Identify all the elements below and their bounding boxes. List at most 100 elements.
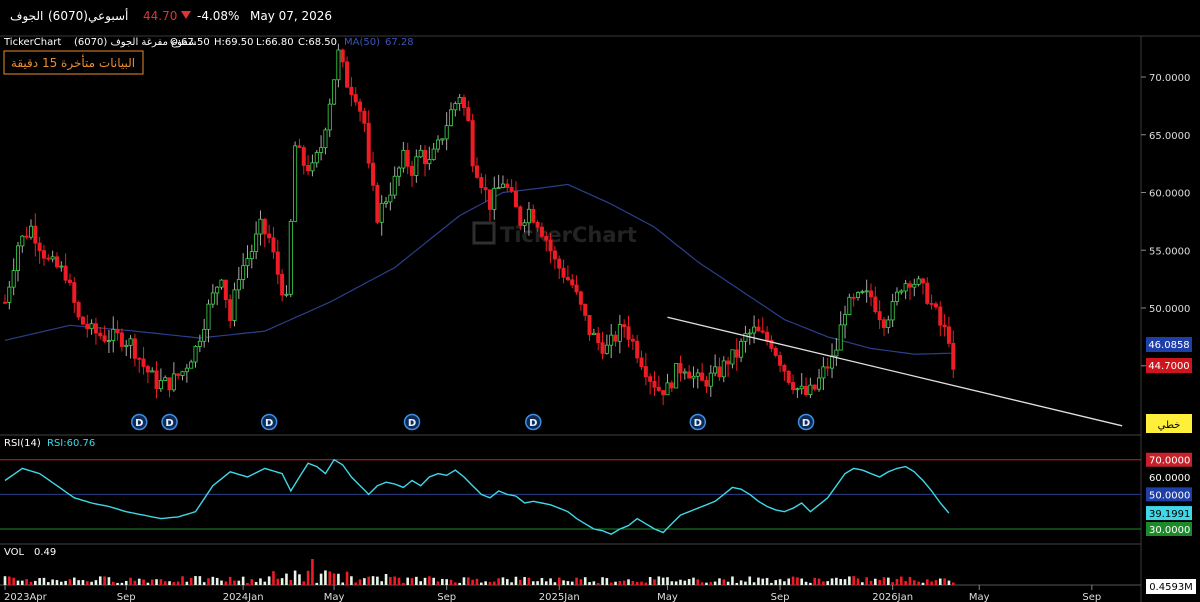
volume-bar — [908, 576, 912, 585]
candle-body — [946, 326, 951, 344]
svg-text:D: D — [165, 418, 173, 429]
scale-toggle-button[interactable]: خطي — [1146, 414, 1192, 433]
volume-bar — [800, 578, 804, 585]
volume-bar — [8, 576, 11, 585]
candle-body — [535, 221, 540, 228]
volume-bar — [848, 576, 851, 585]
candle-body — [804, 385, 809, 396]
period-label[interactable]: أسبوعي — [88, 9, 128, 23]
volume-bar — [540, 578, 544, 585]
candle-body — [500, 183, 505, 188]
candle-body — [93, 323, 98, 334]
volume-bar — [852, 576, 855, 585]
candle-body — [496, 187, 501, 189]
volume-bar — [523, 577, 526, 585]
volume-bar — [614, 581, 617, 585]
last-price: 44.70 — [143, 9, 178, 23]
volume-bar — [458, 582, 461, 585]
candle-body — [384, 201, 389, 204]
candle-body — [912, 283, 917, 288]
volume-bar — [181, 576, 184, 585]
dividend-marker[interactable]: D — [260, 413, 278, 431]
candle-body — [293, 145, 298, 222]
candle-body — [509, 187, 514, 192]
dividend-marker[interactable]: D — [403, 413, 421, 431]
close-value: C:68.50 — [298, 37, 337, 48]
stock-name[interactable]: الجوف — [10, 9, 43, 23]
volume-bar — [64, 580, 67, 585]
dividend-marker[interactable]: D — [161, 413, 178, 431]
volume-bar — [354, 582, 358, 585]
volume-bar — [389, 577, 392, 585]
watermark: TickerChart — [472, 221, 637, 247]
dividend-marker[interactable]: D — [525, 413, 542, 431]
chart-canvas[interactable]: TickerChart TickerChart شموع مفرغة الجوف… — [0, 33, 1200, 602]
rsi-label: RSI(14) — [4, 438, 41, 449]
volume-bar — [739, 580, 743, 585]
volume-bar — [150, 579, 154, 585]
candle-body — [613, 334, 618, 342]
time-tick-label: Sep — [771, 592, 790, 602]
candle-body — [817, 377, 822, 390]
candle-body — [929, 303, 934, 305]
volume-bar — [653, 579, 656, 585]
candle-body — [371, 162, 376, 186]
volume-bar — [938, 578, 942, 585]
volume-bar — [592, 581, 596, 585]
volume-bar — [85, 581, 89, 585]
candle-body — [539, 226, 544, 237]
volume-bar — [133, 580, 137, 585]
dividend-marker[interactable]: D — [689, 413, 707, 431]
volume-bar — [462, 577, 466, 585]
volume-bar — [514, 576, 518, 585]
trendline-segment[interactable] — [667, 316, 1123, 427]
volume-bar — [696, 579, 700, 585]
candle-body — [526, 208, 531, 224]
candle-body — [267, 233, 272, 239]
volume-bar — [202, 582, 206, 585]
candle-body — [150, 370, 155, 373]
candle-body — [154, 370, 159, 390]
candle-body — [756, 326, 761, 332]
volume-bar — [168, 581, 171, 585]
volume-bar — [423, 577, 427, 585]
volume-bar — [796, 577, 799, 585]
candle-body — [622, 324, 627, 328]
volume-bar — [921, 582, 925, 585]
volume-bar — [98, 576, 102, 585]
volume-bar — [856, 578, 860, 585]
volume-bar — [298, 574, 301, 585]
trendline[interactable] — [667, 316, 1123, 427]
dividend-marker[interactable]: D — [797, 413, 815, 431]
volume-bar — [501, 577, 505, 585]
volume-bar — [562, 580, 565, 585]
candle-body — [223, 279, 228, 301]
candle-body — [345, 61, 350, 88]
volume-bar — [609, 582, 613, 585]
candle-body — [258, 218, 263, 235]
candle-body — [483, 187, 488, 191]
candle-body — [847, 296, 852, 315]
stock-code: (6070) — [48, 9, 88, 23]
volume-bar — [631, 581, 635, 585]
volume-bar — [484, 581, 487, 585]
candle-body — [457, 97, 462, 104]
candle-body — [682, 371, 687, 374]
volume-bar — [757, 577, 760, 585]
volume-bar — [207, 578, 210, 585]
candle-body — [825, 366, 830, 369]
dividend-marker[interactable]: D — [130, 413, 148, 431]
volume-bar — [237, 580, 241, 585]
volume-bar — [406, 577, 409, 585]
candle-body — [24, 235, 29, 238]
candle-body — [414, 156, 419, 176]
svg-text:30.0000: 30.0000 — [1149, 525, 1190, 536]
time-tick-label: 2024Jan — [223, 592, 264, 602]
volume-bar — [142, 579, 145, 585]
svg-text:44.7000: 44.7000 — [1148, 361, 1189, 372]
candle-body — [942, 324, 947, 328]
candle-body — [916, 278, 921, 285]
candle-body — [15, 245, 20, 271]
candle-body — [392, 175, 397, 196]
volume-bar — [731, 576, 734, 585]
